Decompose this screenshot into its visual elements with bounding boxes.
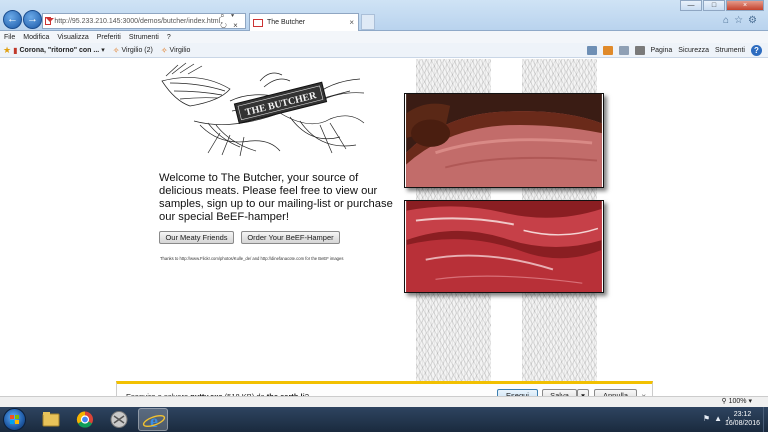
- print-icon[interactable]: [634, 46, 645, 55]
- toolbar-icons: ⌂☆⚙: [723, 15, 762, 26]
- clock-time: 23:12: [733, 411, 752, 418]
- status-bar: ⚲ 100% ▾: [0, 396, 768, 407]
- welcome-text: Welcome to The Butcher, your source of d…: [159, 172, 393, 223]
- command-page[interactable]: Pagina: [651, 47, 673, 54]
- virgilio-favicon-icon: ✧: [160, 45, 168, 55]
- order-beef-hamper-button[interactable]: Order Your BeEF-Hamper: [241, 231, 340, 244]
- help-icon[interactable]: ?: [751, 45, 762, 56]
- minimize-button[interactable]: —: [680, 0, 702, 11]
- home-page-icon[interactable]: [586, 46, 597, 55]
- roast-beef-image: [404, 93, 604, 188]
- file-explorer-icon[interactable]: [36, 408, 66, 431]
- command-security[interactable]: Sicurezza: [678, 47, 709, 54]
- favorite-label: Virgilio (2): [121, 46, 153, 54]
- windows-start-icon[interactable]: [3, 408, 26, 431]
- putty-icon[interactable]: [104, 408, 134, 431]
- home-icon[interactable]: ⌂: [723, 15, 734, 26]
- chevron-down-icon[interactable]: ▾: [101, 46, 105, 54]
- close-window-button[interactable]: ×: [726, 0, 764, 11]
- favorite-item-corona[interactable]: ▮ Corona, "ritorno" con ... ▾: [13, 46, 105, 55]
- rss-feed-icon[interactable]: [602, 46, 613, 55]
- forward-arrow-icon[interactable]: →: [23, 10, 42, 29]
- zoom-value: 100%: [728, 398, 747, 405]
- tab-close-icon[interactable]: ×: [349, 18, 354, 27]
- favorites-star-icon[interactable]: ★: [3, 45, 11, 56]
- clock-date: 16/08/2016: [724, 420, 760, 427]
- zoom-icon: ⚲: [721, 398, 729, 405]
- image-credits: Thanks to http://www.Flickr.com/photos/K…: [160, 256, 344, 261]
- news-favicon-icon: ▮: [13, 45, 18, 55]
- menu-item-help[interactable]: ?: [167, 34, 171, 41]
- command-tools[interactable]: Strumenti: [715, 47, 745, 54]
- windows-taskbar: e ⚑▲♪ 23:12 16/08/2016: [0, 407, 768, 432]
- command-bar: Pagina Sicurezza Strumenti ?: [581, 44, 762, 57]
- chrome-icon[interactable]: [70, 408, 100, 431]
- gmail-favicon-icon: [253, 18, 263, 27]
- maximize-button[interactable]: □: [703, 0, 725, 11]
- favorites-star-icon[interactable]: ☆: [734, 15, 748, 26]
- menu-item-strumenti[interactable]: Strumenti: [129, 34, 159, 41]
- back-arrow-icon[interactable]: ←: [3, 10, 22, 29]
- zoom-level[interactable]: ⚲ 100% ▾: [722, 397, 752, 407]
- gmail-favicon-icon: [45, 17, 55, 25]
- address-url[interactable]: http://95.233.210.145:3000/demos/butcher…: [54, 18, 220, 25]
- tab-title: The Butcher: [267, 19, 306, 26]
- address-controls[interactable]: ⌕ ▾ ↻ ×: [220, 11, 245, 31]
- system-clock[interactable]: 23:12 16/08/2016: [725, 410, 760, 428]
- menu-item-file[interactable]: File: [4, 34, 15, 41]
- butcher-logo: THE BUTCHER: [161, 62, 365, 157]
- settings-gear-icon[interactable]: ⚙: [748, 15, 762, 26]
- show-desktop-button[interactable]: [763, 407, 768, 432]
- page-content: THE BUTCHER Welcome to The Butcher, your…: [0, 59, 768, 382]
- favorite-label: Virgilio: [169, 46, 191, 54]
- menu-item-modifica[interactable]: Modifica: [23, 34, 49, 41]
- raw-beef-image: [404, 200, 604, 293]
- address-bar[interactable]: http://95.233.210.145:3000/demos/butcher…: [42, 11, 246, 31]
- flag-icon[interactable]: ⚑: [703, 414, 714, 423]
- mail-icon[interactable]: [618, 46, 629, 55]
- our-meaty-friends-button[interactable]: Our Meaty Friends: [159, 231, 234, 244]
- menu-item-preferiti[interactable]: Preferiti: [97, 34, 121, 41]
- virgilio-favicon-icon: ✧: [112, 45, 120, 55]
- favorite-item-virgilio[interactable]: ✧ Virgilio: [161, 46, 191, 55]
- menu-bar: File Modifica Visualizza Preferiti Strum…: [0, 31, 768, 43]
- svg-text:e: e: [150, 411, 158, 431]
- internet-explorer-icon[interactable]: e: [138, 408, 168, 431]
- favorite-label: Corona, "ritorno" con ...: [19, 46, 100, 54]
- new-tab-button[interactable]: [361, 14, 375, 30]
- browser-titlebar: ← → http://95.233.210.145:3000/demos/but…: [0, 0, 768, 31]
- favorite-item-virgilio-2[interactable]: ✧ Virgilio (2): [113, 46, 153, 55]
- tab-the-butcher[interactable]: The Butcher ×: [249, 13, 359, 31]
- menu-item-visualizza[interactable]: Visualizza: [57, 34, 88, 41]
